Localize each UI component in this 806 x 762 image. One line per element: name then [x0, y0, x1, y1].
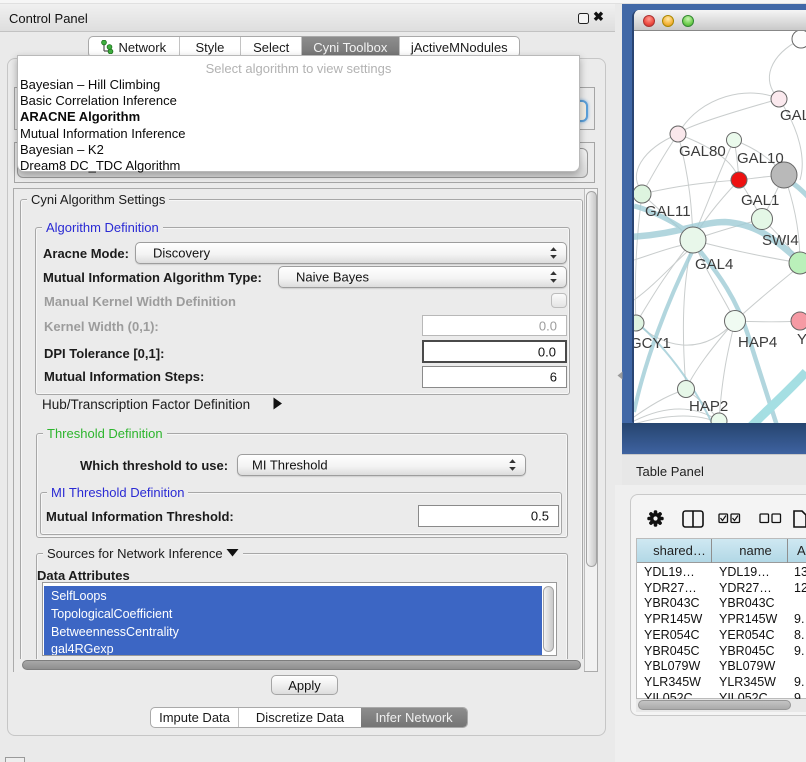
svg-text:GAL1: GAL1: [741, 192, 779, 209]
svg-text:GAL4: GAL4: [695, 256, 733, 273]
svg-text:SWI4: SWI4: [762, 232, 799, 249]
svg-text:HAP2: HAP2: [689, 398, 728, 415]
svg-text:GCY1: GCY1: [634, 335, 671, 352]
svg-text:GAL11: GAL11: [645, 203, 691, 220]
svg-text:GAL10: GAL10: [737, 150, 784, 167]
svg-text:GAL: GAL: [780, 107, 806, 124]
svg-text:GAL80: GAL80: [679, 143, 726, 160]
svg-text:Y: Y: [797, 331, 806, 348]
svg-text:HAP4: HAP4: [738, 334, 777, 351]
